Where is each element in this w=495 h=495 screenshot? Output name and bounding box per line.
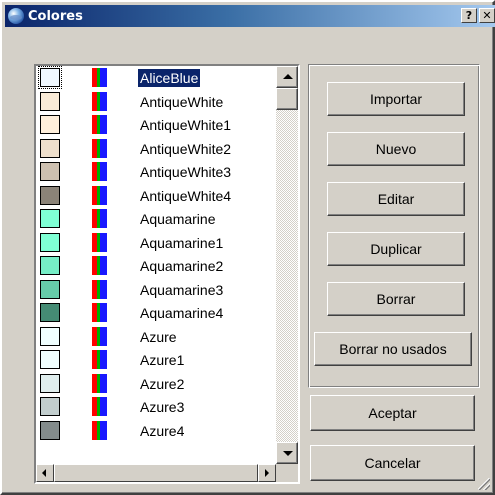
horizontal-scrollbar[interactable] <box>36 464 276 482</box>
color-name: AntiqueWhite1 <box>140 117 232 133</box>
close-button[interactable]: ✕ <box>479 8 495 23</box>
scroll-right-button[interactable] <box>258 464 276 482</box>
color-list-item[interactable]: AntiqueWhite1 <box>36 113 276 137</box>
rgb-stripes-icon <box>92 326 107 346</box>
rgb-stripes-icon <box>92 209 107 228</box>
color-name: Aquamarine4 <box>140 305 224 321</box>
color-swatch <box>38 66 62 89</box>
rgb-stripes-icon <box>92 303 107 322</box>
color-name: AntiqueWhite <box>140 93 224 110</box>
color-swatch <box>40 373 60 393</box>
color-swatch <box>40 279 60 299</box>
arrow-left-icon <box>42 469 46 477</box>
color-swatch <box>40 185 60 205</box>
rgb-stripes-icon <box>92 68 107 87</box>
new-button[interactable]: Nuevo <box>327 132 465 166</box>
color-list-item[interactable]: Aquamarine1 <box>36 231 276 255</box>
color-name: Azure1 <box>140 352 185 368</box>
resize-grip-icon[interactable] <box>478 478 490 490</box>
color-name: AntiqueWhite3 <box>140 164 232 180</box>
close-icon: ✕ <box>482 9 492 22</box>
rgb-stripes-icon <box>92 138 107 158</box>
arrow-down-icon <box>283 451 293 456</box>
rgb-stripes-icon <box>92 162 107 181</box>
color-name: Aquamarine1 <box>140 234 224 251</box>
vertical-scroll-thumb[interactable] <box>276 88 298 110</box>
accept-button[interactable]: Aceptar <box>310 395 475 431</box>
color-swatch <box>40 397 60 416</box>
color-name: Aquamarine2 <box>140 258 224 274</box>
color-name: Azure3 <box>140 399 185 415</box>
import-button[interactable]: Importar <box>327 82 465 116</box>
rgb-stripes-icon <box>92 115 107 134</box>
color-list-item[interactable]: Aquamarine <box>36 207 276 231</box>
color-list-item[interactable]: Azure4 <box>36 419 276 443</box>
color-swatch <box>40 350 60 369</box>
color-swatch <box>40 303 60 322</box>
rgb-stripes-icon <box>92 397 107 416</box>
color-name: Azure2 <box>140 375 185 392</box>
scroll-up-button[interactable] <box>276 66 298 88</box>
arrow-right-icon <box>265 469 269 477</box>
rgb-stripes-icon <box>92 232 107 252</box>
rgb-stripes-icon <box>92 350 107 369</box>
color-list[interactable]: AliceBlue AntiqueWhite AntiqueWhite1 Antiqu… <box>34 64 300 484</box>
color-name: AntiqueWhite4 <box>140 187 232 204</box>
color-swatch <box>40 209 60 228</box>
vertical-scrollbar[interactable] <box>276 66 298 464</box>
color-name: AliceBlue <box>138 69 201 87</box>
color-list-item[interactable]: AntiqueWhite2 <box>36 137 276 161</box>
color-swatch <box>40 91 60 111</box>
color-list-item[interactable]: AntiqueWhite <box>36 90 276 114</box>
colors-dialog: Colores ? ✕ AliceBlue AntiqueWhite Antique… <box>0 0 495 495</box>
delete-unused-button[interactable]: Borrar no usados <box>314 332 472 366</box>
color-name: Aquamarine3 <box>140 281 224 298</box>
help-button[interactable]: ? <box>461 8 477 23</box>
color-list-item[interactable]: Azure <box>36 325 276 349</box>
color-list-item[interactable]: Azure1 <box>36 348 276 372</box>
color-swatch <box>40 256 60 275</box>
color-name: AntiqueWhite2 <box>140 140 232 157</box>
color-list-item[interactable]: Azure2 <box>36 372 276 396</box>
title-bar[interactable]: Colores ? ✕ <box>5 5 495 27</box>
color-list-item[interactable]: AntiqueWhite3 <box>36 160 276 184</box>
color-swatch <box>40 326 60 346</box>
duplicate-button[interactable]: Duplicar <box>327 232 465 266</box>
color-list-item[interactable]: Aquamarine4 <box>36 301 276 325</box>
scroll-left-button[interactable] <box>36 464 54 482</box>
color-list-item[interactable]: Aquamarine2 <box>36 254 276 278</box>
window-title: Colores <box>28 8 83 24</box>
color-name: Aquamarine <box>140 211 216 227</box>
color-name: Azure4 <box>140 422 185 439</box>
color-list-item[interactable]: AntiqueWhite4 <box>36 184 276 208</box>
color-list-item[interactable]: Aquamarine3 <box>36 278 276 302</box>
color-list-items: AliceBlue AntiqueWhite AntiqueWhite1 Antiqu… <box>36 66 276 442</box>
rgb-stripes-icon <box>92 185 107 205</box>
cancel-button[interactable]: Cancelar <box>310 445 475 481</box>
color-list-item[interactable]: Azure3 <box>36 395 276 419</box>
color-swatch <box>40 115 60 134</box>
rgb-stripes-icon <box>92 256 107 275</box>
color-swatch <box>40 162 60 181</box>
rgb-stripes-icon <box>92 91 107 111</box>
rgb-stripes-icon <box>92 420 107 440</box>
color-name: Azure <box>140 328 177 345</box>
rgb-stripes-icon <box>92 373 107 393</box>
color-swatch <box>40 420 60 440</box>
color-swatch <box>40 138 60 158</box>
delete-button[interactable]: Borrar <box>327 282 465 316</box>
color-list-item[interactable]: AliceBlue <box>36 66 276 90</box>
edit-button[interactable]: Editar <box>327 182 465 216</box>
arrow-up-icon <box>283 74 293 79</box>
color-swatch <box>40 232 60 252</box>
horizontal-scroll-thumb[interactable] <box>54 464 258 482</box>
globe-icon <box>8 8 24 24</box>
rgb-stripes-icon <box>92 279 107 299</box>
scrollbar-corner <box>276 464 298 482</box>
scroll-down-button[interactable] <box>276 442 298 464</box>
